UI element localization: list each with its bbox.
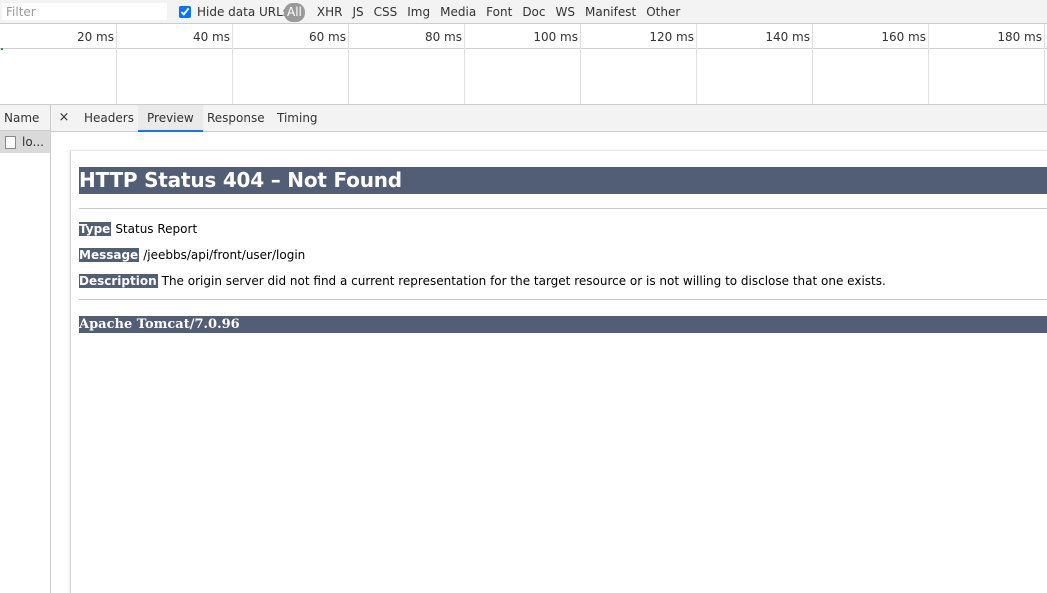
timeline-tick-label: 160 ms [881, 30, 926, 44]
tab-preview[interactable]: Preview [138, 105, 203, 132]
tab-response[interactable]: Response [198, 105, 274, 132]
preview-pane[interactable]: HTTP Status 404 – Not Found Type Status R… [51, 132, 1047, 593]
timeline-gridline [232, 24, 233, 104]
timeline-tick-label: 120 ms [649, 30, 694, 44]
timeline-tick-label: 80 ms [424, 30, 462, 44]
timeline-overview[interactable]: 20 ms 40 ms 60 ms 80 ms 100 ms 120 ms 14… [0, 24, 1047, 105]
hide-data-urls-option[interactable]: Hide data URLs [179, 4, 289, 20]
close-icon[interactable]: × [57, 109, 71, 127]
divider [79, 299, 1047, 300]
filter-media[interactable]: Media [436, 3, 480, 22]
timeline-tick-label: 140 ms [765, 30, 810, 44]
resource-type-filters: All XHR JS CSS Img Media Font Doc WS Man… [284, 2, 686, 22]
filter-css[interactable]: CSS [370, 3, 402, 22]
message-label: Message [79, 248, 140, 262]
hide-data-urls-label: Hide data URLs [197, 5, 290, 19]
description-label: Description [79, 274, 158, 288]
timeline-gridline [580, 24, 581, 104]
document-icon [5, 135, 16, 149]
timeline-gridline [1044, 24, 1045, 104]
timeline-gridline [464, 24, 465, 104]
type-line: Type Status Report [79, 221, 197, 237]
filter-img[interactable]: Img [403, 3, 434, 22]
message-value: /jeebbs/api/front/user/login [143, 248, 306, 262]
network-filter-toolbar: Hide data URLs All XHR JS CSS Img Media … [0, 0, 1047, 24]
tab-headers[interactable]: Headers [75, 105, 143, 132]
filter-all[interactable]: All [284, 2, 305, 22]
filter-ws[interactable]: WS [552, 3, 579, 22]
hide-data-urls-checkbox[interactable] [179, 6, 191, 18]
timeline-tick-label: 180 ms [997, 30, 1042, 44]
request-name: lo... [22, 135, 44, 149]
filter-doc[interactable]: Doc [518, 3, 549, 22]
filter-xhr[interactable]: XHR [313, 3, 347, 22]
request-details-tabbar: × Headers Preview Response Timing [51, 105, 1047, 132]
filter-input[interactable] [2, 3, 167, 20]
error-heading: HTTP Status 404 – Not Found [79, 167, 1047, 194]
name-column-header[interactable]: Name [0, 105, 50, 131]
rendered-error-page: HTTP Status 404 – Not Found Type Status R… [70, 150, 1047, 593]
timeline-gridline [116, 24, 117, 104]
request-row[interactable]: lo... [0, 131, 50, 153]
timeline-gridline [812, 24, 813, 104]
request-list: Name lo... [0, 105, 51, 593]
filter-font[interactable]: Font [482, 3, 516, 22]
timeline-tick-label: 20 ms [76, 30, 114, 44]
type-label: Type [79, 222, 112, 236]
timeline-gridline [696, 24, 697, 104]
tab-timing[interactable]: Timing [268, 105, 327, 132]
filter-other[interactable]: Other [642, 3, 684, 22]
message-line: Message/jeebbs/api/front/user/login [79, 247, 305, 263]
server-footer: Apache Tomcat/7.0.96 [79, 316, 1047, 333]
description-line: Description The origin server did not fin… [79, 273, 886, 289]
description-value: The origin server did not find a current… [161, 274, 886, 288]
timeline-gridline [928, 24, 929, 104]
timeline-tick-label: 60 ms [308, 30, 346, 44]
divider [79, 208, 1047, 209]
filter-manifest[interactable]: Manifest [581, 3, 640, 22]
type-value: Status Report [115, 222, 198, 236]
timeline-request-marker [1, 48, 3, 50]
filter-js[interactable]: JS [348, 3, 367, 22]
timeline-tick-label: 100 ms [533, 30, 578, 44]
timeline-tick-label: 40 ms [192, 30, 230, 44]
timeline-gridline [348, 24, 349, 104]
